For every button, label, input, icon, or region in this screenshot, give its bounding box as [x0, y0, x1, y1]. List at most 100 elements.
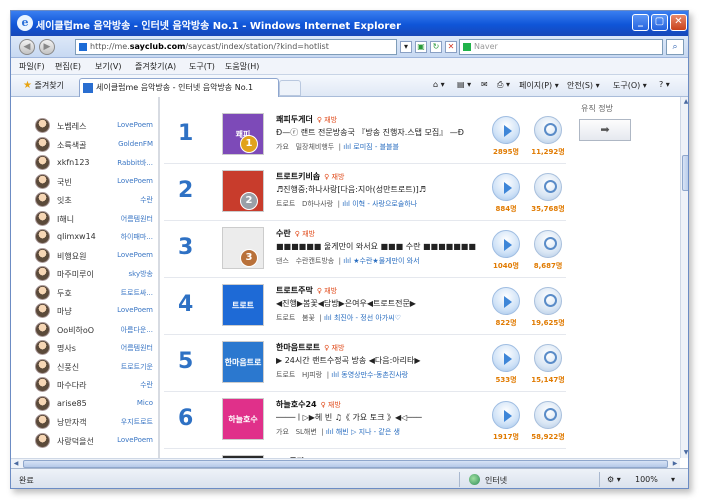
next-arrow-button[interactable]: ➡ [579, 119, 631, 141]
menu-tools[interactable]: 도구(T) [189, 61, 215, 72]
listener-row[interactable]: 명사s 어름템원터 [29, 339, 159, 357]
scroll-down-icon[interactable]: ▼ [681, 448, 688, 458]
listener-row[interactable]: 마수다라 수란 [29, 376, 159, 394]
now-playing-song[interactable]: ılıl 로미짐 - 블블블 [343, 143, 399, 151]
station-title[interactable]: 쾌피두게더 ♀ 재방 [276, 114, 337, 125]
listener-station[interactable]: 아름다운... [121, 325, 153, 335]
feeds-icon[interactable]: ▤ ▾ [457, 80, 471, 89]
listener-station[interactable]: 트로트싸... [121, 288, 153, 298]
listener-station[interactable]: LovePoem [117, 251, 153, 259]
station-name[interactable]: 하늘호수24 [276, 400, 317, 409]
listener-station[interactable]: Mico [137, 399, 153, 407]
listener-row[interactable]: 노벰레스 LovePoem [29, 117, 159, 135]
stop-icon[interactable]: ✕ [445, 41, 457, 53]
search-input[interactable]: Naver [459, 39, 663, 55]
menu-edit[interactable]: 편집(E) [55, 61, 81, 72]
compat-icon[interactable]: ▣ [415, 41, 427, 53]
play-button[interactable] [492, 173, 520, 201]
listener-station[interactable]: LovePoem [117, 436, 153, 444]
station-dj[interactable]: 수란캔트방송 [296, 257, 335, 265]
listener-row[interactable]: 비행요원 LovePoem [29, 247, 159, 265]
station-dj[interactable]: 밀장체비행두 [296, 143, 335, 151]
zoom-level[interactable]: 100% [635, 475, 658, 484]
station-dj[interactable]: HJ피랑 [302, 371, 322, 379]
listener-row[interactable]: Oo비하oO 아름다운... [29, 321, 159, 339]
now-playing-song[interactable]: ılıl 해빈 ▷ 지나 - 같은 생 [326, 428, 400, 436]
listener-station[interactable]: 어름템원터 [121, 343, 153, 353]
station-title[interactable]: 하늘호수24 ♀ 재방 [276, 399, 341, 410]
listener-row[interactable]: 사랑덕을선 LovePoem [29, 432, 159, 450]
station-name[interactable]: 쾌피두게더 [276, 115, 313, 124]
subscribe-button[interactable] [534, 173, 562, 201]
listener-row[interactable]: 잇초 수란 [29, 191, 159, 209]
listener-station[interactable]: 우지트로트 [121, 417, 153, 427]
print-icon[interactable]: ⎙ ▾ [497, 80, 510, 90]
listener-row[interactable]: 소륙색골 GoldenFM [29, 136, 159, 154]
now-playing-song[interactable]: ılıl 이혁 - 사랑으로술하나 [342, 200, 417, 208]
menu-file[interactable]: 파일(F) [19, 61, 45, 72]
listener-station[interactable]: GoldenFM [118, 140, 153, 148]
search-go-icon[interactable]: ⌕ [666, 39, 684, 55]
tools-menu[interactable]: 도구(O) ▾ [613, 80, 647, 91]
forward-button[interactable]: ▶ [39, 39, 55, 55]
home-icon[interactable]: ⌂ ▾ [433, 80, 445, 89]
listener-station[interactable]: Rabbit바... [117, 158, 153, 168]
active-tab[interactable]: 세이클럽me 음악방송 - 인터넷 음악방송 No.1 [79, 78, 279, 97]
listener-row[interactable]: qlimxw14 하이패마... [29, 228, 159, 246]
listener-station[interactable]: sky방송 [129, 269, 153, 279]
vertical-scroll-thumb[interactable] [682, 155, 688, 191]
horizontal-scroll-thumb[interactable] [23, 460, 668, 468]
listener-row[interactable]: 두호 트로트싸... [29, 284, 159, 302]
play-button[interactable] [492, 116, 520, 144]
now-playing-song[interactable]: ılıl 동영상만수-동촌진사랑 [331, 371, 408, 379]
listener-station[interactable]: 하이패마... [121, 232, 153, 242]
listener-station[interactable]: LovePoem [117, 121, 153, 129]
listener-row[interactable]: 신풍신 트로트기운 [29, 358, 159, 376]
listener-station[interactable]: 트로트기운 [121, 362, 153, 372]
minimize-button[interactable]: _ [632, 14, 649, 31]
close-button[interactable]: ✕ [670, 14, 687, 31]
address-dropdown-icon[interactable]: ▾ [400, 41, 412, 53]
menu-view[interactable]: 보기(V) [95, 61, 121, 72]
listener-row[interactable]: I해니 어름템원터 [29, 210, 159, 228]
station-thumbnail[interactable]: 하늘호수 [222, 398, 264, 440]
subscribe-button[interactable] [534, 287, 562, 315]
menu-favorites[interactable]: 즐겨찾기(A) [135, 61, 176, 72]
listener-row[interactable]: xkfn123 Rabbit바... [29, 154, 159, 172]
listener-station[interactable]: 수란 [140, 195, 153, 205]
station-title[interactable]: 한마음트로트 ♀ 재방 [276, 342, 344, 353]
listener-station[interactable]: 어름템원터 [121, 214, 153, 224]
subscribe-button[interactable] [534, 230, 562, 258]
play-button[interactable] [492, 287, 520, 315]
page-menu[interactable]: 페이지(P) ▾ [519, 80, 559, 91]
listener-station[interactable]: 수란 [140, 380, 153, 390]
listener-row[interactable]: 낭만자객 우지트로트 [29, 413, 159, 431]
play-button[interactable] [492, 230, 520, 258]
play-button[interactable] [492, 344, 520, 372]
station-dj[interactable]: D하나사랑 [302, 200, 333, 208]
back-button[interactable]: ◀ [19, 39, 35, 55]
subscribe-button[interactable] [534, 344, 562, 372]
favorites-button[interactable]: ★ 즐겨찾기 [23, 80, 64, 91]
station-name[interactable]: 한마음트로트 [276, 343, 320, 352]
zoom-dropdown-icon[interactable]: ▾ [671, 475, 675, 484]
vertical-scrollbar[interactable]: ▲ ▼ [680, 97, 688, 458]
listener-station[interactable]: LovePoem [117, 177, 153, 185]
url-input[interactable]: http://me.sayclub.com/saycast/index/stat… [75, 39, 397, 55]
horizontal-scrollbar[interactable]: ◀ ▶ [11, 458, 680, 468]
mail-icon[interactable]: ✉ [481, 80, 488, 89]
listener-row[interactable]: 마냥 LovePoem [29, 302, 159, 320]
station-title[interactable]: 트로트키비솝 ♀ 재방 [276, 171, 344, 182]
help-icon[interactable]: ? ▾ [659, 80, 670, 89]
listener-row[interactable]: 국빈 LovePoem [29, 173, 159, 191]
station-title[interactable]: 수란 ♀ 재방 [276, 228, 315, 239]
safety-menu[interactable]: 안전(S) ▾ [567, 80, 600, 91]
play-button[interactable] [492, 401, 520, 429]
station-dj[interactable]: 봄꽃 [302, 314, 315, 322]
refresh-icon[interactable]: ↻ [430, 41, 442, 53]
station-dj[interactable]: SL해변 [296, 428, 317, 436]
maximize-button[interactable]: ▢ [651, 14, 668, 31]
scroll-up-icon[interactable]: ▲ [681, 97, 688, 107]
subscribe-button[interactable] [534, 401, 562, 429]
new-tab-button[interactable] [279, 80, 301, 96]
